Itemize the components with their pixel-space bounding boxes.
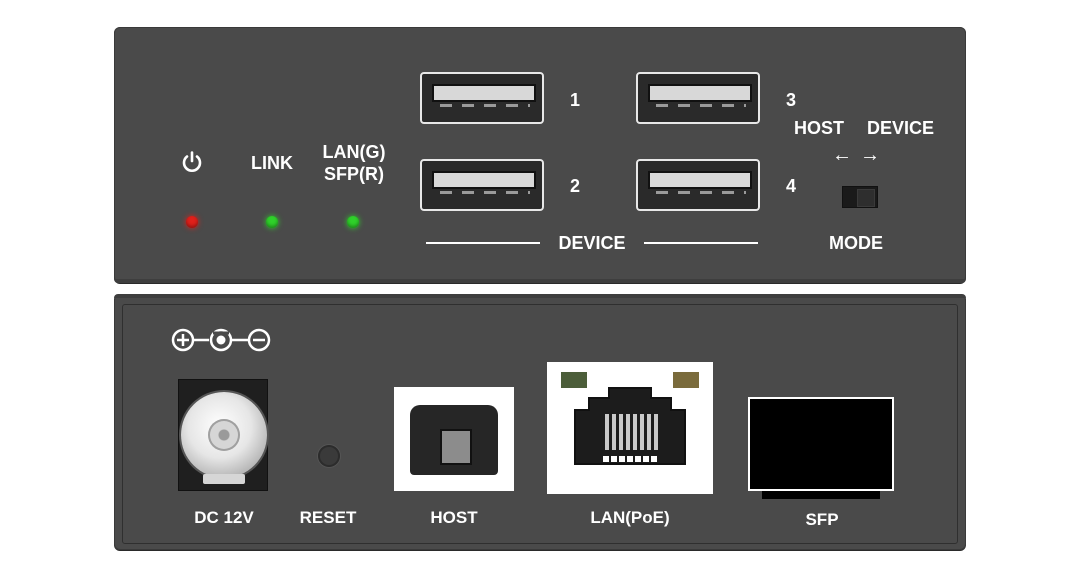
rear-panel: DC 12V RESET HOST LAN(PoE) SFP (114, 294, 966, 550)
arrow-right-icon: → (860, 144, 880, 166)
arrow-left-icon: ← (832, 144, 852, 166)
sfp-cage[interactable] (748, 397, 894, 499)
device-rule-right (644, 242, 758, 244)
lan-led (347, 216, 359, 228)
usb-port-number-1: 1 (570, 90, 581, 110)
lan-label: LAN(G) (322, 142, 386, 162)
usb-port-number-4: 4 (786, 176, 797, 196)
host-label: HOST (430, 508, 478, 527)
usb-a-port-4[interactable] (636, 159, 760, 211)
rj45-port-icon (574, 387, 686, 465)
power-icon (182, 151, 202, 172)
link-label: LINK (251, 153, 293, 173)
usb-port-number-3: 3 (786, 90, 797, 110)
link-led (266, 216, 278, 228)
front-panel: LINK LAN(G) SFP(R) 1 2 3 4 DEVICE HOST D… (114, 27, 966, 283)
device-label: DEVICE (558, 233, 626, 253)
sfp-label: SFP (805, 510, 839, 529)
lan-poe-label: LAN(PoE) (590, 508, 670, 527)
usb-a-port-3[interactable] (636, 72, 760, 124)
usb-a-port-1[interactable] (420, 72, 544, 124)
dc-power-jack[interactable] (178, 379, 268, 491)
device-rule-left (426, 242, 540, 244)
usb-a-port-icon (432, 84, 536, 102)
lan-poe-port[interactable] (547, 362, 713, 494)
dc-label: DC 12V (194, 508, 254, 527)
dc-jack-pin-icon (208, 419, 240, 451)
mode-device-label: DEVICE (867, 118, 935, 138)
usb-a-port-2[interactable] (420, 159, 544, 211)
dc-polarity-icon (171, 328, 271, 352)
mode-label: MODE (829, 233, 883, 253)
mode-switch[interactable] (842, 186, 878, 208)
mode-host-label: HOST (794, 118, 845, 138)
usb-b-host-port[interactable] (394, 387, 514, 491)
usb-port-number-2: 2 (570, 176, 581, 196)
reset-button[interactable] (318, 445, 340, 467)
mode-switch-knob[interactable] (857, 189, 875, 207)
lan-sfp-label: LAN(G) SFP(R) (323, 141, 386, 185)
power-led (186, 216, 198, 228)
sfp-label: SFP(R) (323, 164, 384, 184)
reset-label: RESET (299, 508, 357, 527)
sfp-cage-icon (762, 491, 880, 499)
usb-a-port-icon (648, 84, 752, 102)
usb-b-port-icon (410, 405, 498, 475)
usb-a-port-icon (432, 171, 536, 189)
usb-a-port-icon (648, 171, 752, 189)
